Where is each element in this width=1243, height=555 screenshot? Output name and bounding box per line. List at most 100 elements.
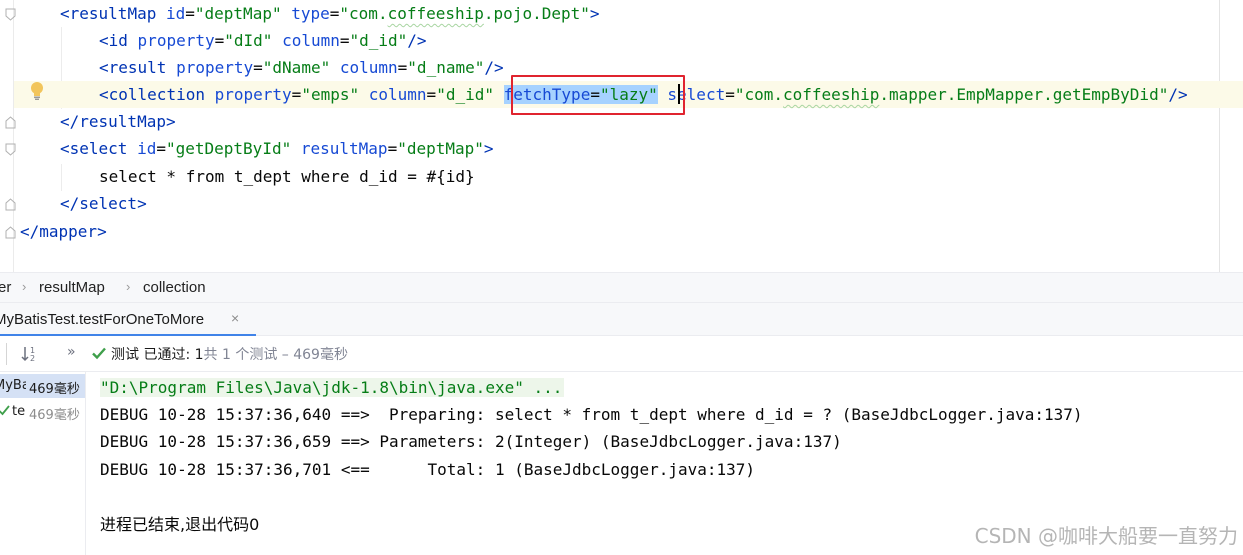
code-token: resultMap <box>79 112 166 131</box>
test-tree-root[interactable]: MyBa 469毫秒 <box>0 374 85 398</box>
test-toolbar: 1 2 » 测试 已通过: 1共 1 个测试 – 469毫秒 <box>0 336 1243 372</box>
test-status-text: 测试 已通过: 1共 1 个测试 – 469毫秒 <box>111 344 348 364</box>
tab-run-configuration[interactable]: MyBatisTest.testForOneToMore × <box>0 303 256 337</box>
code-token: "d_name" <box>407 58 485 77</box>
code-token: > <box>483 139 494 158</box>
code-token: < <box>99 31 109 50</box>
code-token: id <box>137 139 157 158</box>
code-token: property <box>137 31 215 50</box>
code-token: .mapper.EmpMapper.getEmpByDid" <box>879 85 1169 104</box>
code-token: resultMap <box>69 4 157 23</box>
code-token: id <box>108 31 128 50</box>
test-duration: 469毫秒 <box>29 408 80 423</box>
code-token: "d_id" <box>349 31 408 50</box>
code-token: select <box>69 139 128 158</box>
test-passed-label: 测试 已通过: 1 <box>111 347 204 363</box>
test-tree[interactable]: MyBa 469毫秒 te 469毫秒 <box>0 372 86 555</box>
code-line[interactable]: </mapper> <box>20 218 107 245</box>
code-token: mapper <box>39 222 98 241</box>
fold-marker-icon[interactable] <box>5 226 16 239</box>
code-line[interactable]: select * from t_dept where d_id = #{id} <box>99 163 475 190</box>
code-token: "com. <box>339 4 388 23</box>
breadcrumb-item-collection[interactable]: collection <box>143 279 206 296</box>
code-token: "dId" <box>224 31 273 50</box>
check-icon <box>0 405 10 416</box>
code-line[interactable]: <result property="dName" column="d_name"… <box>99 54 504 81</box>
fold-marker-icon[interactable] <box>5 143 16 156</box>
code-token: property <box>176 58 254 77</box>
code-line[interactable]: </resultMap> <box>60 108 176 135</box>
fold-marker-icon[interactable] <box>5 198 16 211</box>
breadcrumb-item-resultmap[interactable]: resultMap <box>39 279 105 296</box>
code-line[interactable]: <select id="getDeptById" resultMap="dept… <box>60 135 494 162</box>
text-caret <box>678 84 680 104</box>
code-token: "dName" <box>262 58 331 77</box>
test-class-name: MyBa <box>0 378 26 393</box>
code-line[interactable]: <resultMap id="deptMap" type="com.coffee… <box>60 0 600 27</box>
code-token: /> <box>1168 85 1188 104</box>
test-method-name: te <box>12 404 26 419</box>
code-token: > <box>165 112 176 131</box>
fold-marker-icon[interactable] <box>5 8 16 21</box>
code-token: > <box>97 222 107 241</box>
code-token: </ <box>60 112 80 131</box>
close-icon[interactable]: × <box>231 310 239 326</box>
java-command[interactable]: "D:\Program Files\Java\jdk-1.8\bin\java.… <box>100 378 565 397</box>
code-token: column <box>282 31 340 50</box>
code-token: = <box>291 85 302 104</box>
code-token: type <box>291 4 330 23</box>
process-exit-message: 进程已结束,退出代码0 <box>100 515 260 534</box>
console-line: DEBUG 10-28 15:37:36,640 ==> Preparing: … <box>100 405 1083 424</box>
code-token: = <box>253 58 263 77</box>
toolbar-divider <box>6 343 7 365</box>
more-actions-button[interactable]: » <box>67 344 76 360</box>
code-token: "deptMap" <box>194 4 282 23</box>
test-duration: 469毫秒 <box>29 382 80 397</box>
test-tree-item[interactable]: te 469毫秒 <box>0 400 85 424</box>
code-token: </ <box>20 222 40 241</box>
code-token: select * from t_dept where d_id = #{id} <box>99 167 475 186</box>
code-token: id <box>165 4 186 23</box>
code-editor[interactable]: <resultMap id="deptMap" type="com.coffee… <box>0 0 1243 272</box>
code-token: select <box>79 194 138 213</box>
breadcrumb: er › resultMap › collection <box>0 272 1243 303</box>
code-token: = <box>397 58 408 77</box>
right-margin-guide <box>1219 0 1220 272</box>
code-token: > <box>589 4 600 23</box>
breadcrumb-item-mapper[interactable]: er <box>0 279 11 296</box>
code-token: /> <box>484 58 504 77</box>
code-token: = <box>156 139 166 158</box>
console-line: DEBUG 10-28 15:37:36,701 <== Total: 1 (B… <box>100 460 756 479</box>
highlight-annotation-box <box>511 75 685 115</box>
fold-marker-icon[interactable] <box>5 116 16 129</box>
code-token: resultMap <box>300 139 388 158</box>
code-token: property <box>214 85 292 104</box>
lightbulb-icon[interactable] <box>29 81 45 101</box>
chevron-right-icon: › <box>126 279 131 294</box>
code-token: = <box>214 31 225 50</box>
check-icon <box>92 347 106 360</box>
test-summary-detail: 共 1 个测试 – 469毫秒 <box>203 347 348 363</box>
code-token: = <box>725 85 735 104</box>
code-token: < <box>99 85 109 104</box>
sort-icon[interactable]: 1 2 <box>20 344 40 364</box>
code-token: "getDeptById" <box>165 139 292 158</box>
console-command-line: "D:\Program Files\Java\jdk-1.8\bin\java.… <box>100 374 565 401</box>
svg-text:2: 2 <box>30 354 35 363</box>
code-token: < <box>60 4 70 23</box>
code-token: = <box>185 4 195 23</box>
code-token: coffeeship <box>387 4 484 23</box>
code-token: = <box>426 85 437 104</box>
code-token: < <box>60 139 70 158</box>
code-token: result <box>108 58 167 77</box>
code-line[interactable]: <id property="dId" column="d_id"/> <box>99 27 427 54</box>
code-token: = <box>339 31 350 50</box>
code-line[interactable]: </select> <box>60 190 147 217</box>
